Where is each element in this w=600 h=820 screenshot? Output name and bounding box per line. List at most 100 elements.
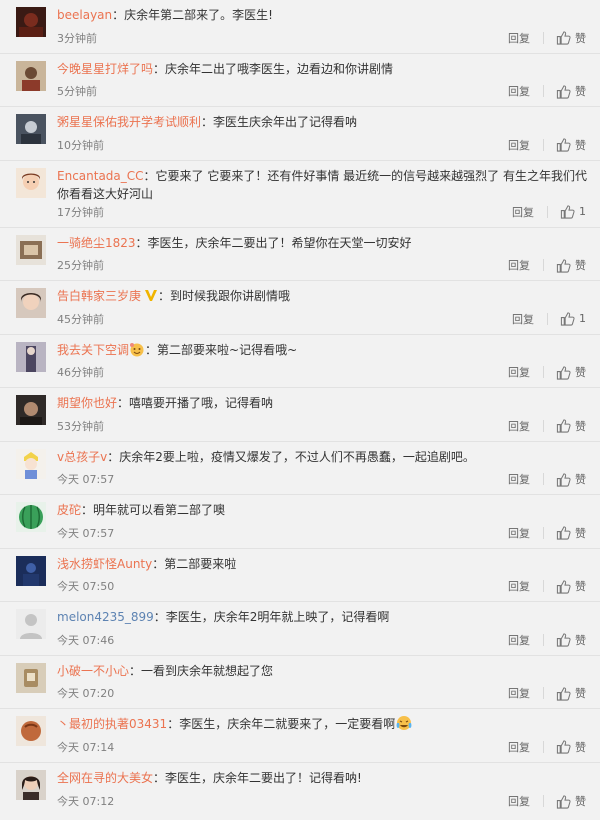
- divider: [543, 366, 544, 378]
- username-link[interactable]: melon4235_899: [57, 610, 154, 624]
- like-label: 赞: [575, 259, 586, 272]
- reply-button[interactable]: 回复: [508, 83, 530, 99]
- comment-actions: 回复 赞: [508, 137, 586, 153]
- username-link[interactable]: 告白韩家三岁庚: [57, 289, 141, 303]
- username-link[interactable]: 一骑绝尘1823: [57, 236, 136, 250]
- comment-time: 17分钟前: [57, 205, 104, 219]
- username-link[interactable]: 期望你也好: [57, 396, 117, 410]
- comment-text: ：李医生，庆余年二要出了！希望你在天堂一切安好: [135, 235, 412, 250]
- username-link[interactable]: 我去关下空调: [57, 343, 129, 357]
- avatar[interactable]: [16, 502, 46, 532]
- avatar[interactable]: [16, 769, 46, 800]
- emoji-icon: [129, 342, 145, 362]
- comment-time: 53分钟前: [57, 419, 104, 433]
- avatar[interactable]: [16, 341, 46, 372]
- comment-item: 我去关下空调 ：第二部要来啦~记得看哦~ 46分钟前 回复 赞: [0, 335, 600, 388]
- like-button[interactable]: 赞: [556, 471, 586, 487]
- username-link[interactable]: 粥星星保佑我开学考试顺利: [57, 115, 201, 129]
- like-button[interactable]: 赞: [556, 632, 586, 648]
- reply-button[interactable]: 回复: [512, 204, 534, 220]
- comment-item: 今晚星星打烊了吗：庆余年二出了哦李医生，边看边和你讲剧情 5分钟前 回复 赞: [0, 54, 600, 107]
- reply-button[interactable]: 回复: [508, 578, 530, 594]
- avatar[interactable]: [16, 448, 46, 479]
- like-button[interactable]: 赞: [556, 793, 586, 809]
- avatar[interactable]: [16, 716, 46, 746]
- thumbs-up-icon: [556, 31, 571, 45]
- like-button[interactable]: 赞: [556, 30, 586, 46]
- divider: [547, 205, 548, 218]
- like-button[interactable]: 赞: [556, 137, 586, 153]
- username-link[interactable]: 浅水捞虾怪Aunty: [57, 557, 152, 571]
- like-button[interactable]: 赞: [556, 83, 586, 99]
- avatar[interactable]: [16, 395, 46, 425]
- like-button[interactable]: 赞: [556, 257, 586, 273]
- like-label: 赞: [575, 419, 586, 433]
- comment-text: ：李医生庆余年出了记得看呐: [201, 115, 358, 129]
- divider: [543, 795, 544, 807]
- reply-button[interactable]: 回复: [508, 257, 530, 273]
- comment-time: 今天 07:20: [57, 687, 115, 700]
- comment-text: ：第二部要来啦: [152, 556, 237, 571]
- like-button[interactable]: 赞: [556, 525, 586, 541]
- username-link[interactable]: 全网在寻的大美女: [57, 771, 153, 785]
- reply-button[interactable]: 回复: [508, 525, 530, 541]
- comment-item: v总孩子v：庆余年2要上啦，疫情又爆发了，不过人们不再愚蠢，一起追剧吧。 今天 …: [0, 442, 600, 495]
- avatar[interactable]: [16, 288, 46, 318]
- like-button[interactable]: 赞: [556, 364, 586, 380]
- reply-button[interactable]: 回复: [508, 364, 530, 380]
- avatar[interactable]: [16, 555, 46, 586]
- like-button[interactable]: 1: [560, 204, 586, 219]
- comment-time: 今天 07:12: [57, 795, 115, 808]
- reply-button[interactable]: 回复: [512, 311, 534, 327]
- divider: [543, 740, 544, 753]
- like-button[interactable]: 赞: [556, 739, 586, 755]
- reply-button[interactable]: 回复: [508, 793, 530, 809]
- like-button[interactable]: 赞: [556, 685, 586, 701]
- avatar[interactable]: [16, 167, 46, 198]
- avatar[interactable]: [16, 114, 46, 144]
- username-link[interactable]: Encantada_CC: [57, 169, 144, 183]
- like-button[interactable]: 赞: [556, 418, 586, 434]
- comment-actions: 回复 赞: [508, 30, 586, 46]
- reply-button[interactable]: 回复: [508, 632, 530, 648]
- username-link[interactable]: v总孩子v: [57, 450, 107, 464]
- username-link[interactable]: 皮砣: [57, 503, 81, 517]
- reply-button[interactable]: 回复: [508, 739, 530, 755]
- avatar[interactable]: [16, 60, 46, 91]
- avatar[interactable]: [16, 662, 46, 693]
- like-label: 赞: [575, 85, 586, 98]
- comment-item: 小破一不小心：一看到庆余年就想起了您 今天 07:20 回复 赞: [0, 656, 600, 709]
- comment-text: ：庆余年二出了哦李医生，边看边和你讲剧情: [153, 61, 394, 76]
- comment-actions: 回复 赞: [508, 418, 586, 434]
- comment-item: 丶最初的执著03431：李医生，庆余年二就要来了，一定要看啊 今天 07:14 …: [0, 709, 600, 763]
- avatar[interactable]: [16, 7, 46, 37]
- comment-actions: 回复 赞: [508, 578, 586, 594]
- like-label: 赞: [575, 138, 586, 152]
- comment-time: 3分钟前: [57, 31, 97, 45]
- reply-button[interactable]: 回复: [508, 418, 530, 434]
- crying-laughing-emoji-icon: [395, 715, 413, 736]
- username-link[interactable]: 今晚星星打烊了吗: [57, 62, 153, 76]
- reply-button[interactable]: 回复: [508, 137, 530, 153]
- comment-actions: 回复 1: [512, 204, 586, 220]
- reply-button[interactable]: 回复: [508, 471, 530, 487]
- thumbs-up-icon: [556, 258, 571, 273]
- comment-text: ：到时候我跟你讲剧情哦: [158, 289, 291, 303]
- like-label: 赞: [575, 473, 586, 486]
- like-count: 1: [579, 312, 586, 325]
- comment-item: melon4235_899：李医生，庆余年2明年就上映了，记得看啊 今天 07:…: [0, 602, 600, 656]
- avatar[interactable]: [16, 609, 46, 639]
- like-button[interactable]: 1: [560, 311, 586, 326]
- comment-actions: 回复 赞: [508, 685, 586, 701]
- reply-button[interactable]: 回复: [508, 30, 530, 46]
- username-link[interactable]: 小破一不小心: [57, 664, 129, 678]
- username-link[interactable]: 丶最初的执著03431: [57, 717, 167, 731]
- comment-list: beelayan：庆余年第二部来了。李医生! 3分钟前 回复 赞 今晚星星打烊了…: [0, 0, 600, 820]
- avatar[interactable]: [16, 234, 46, 265]
- like-button[interactable]: 赞: [556, 578, 586, 594]
- reply-button[interactable]: 回复: [508, 685, 530, 701]
- username-link[interactable]: beelayan: [57, 8, 112, 22]
- comment-actions: 回复 赞: [508, 739, 586, 755]
- divider: [543, 473, 544, 485]
- thumbs-up-icon: [556, 365, 571, 380]
